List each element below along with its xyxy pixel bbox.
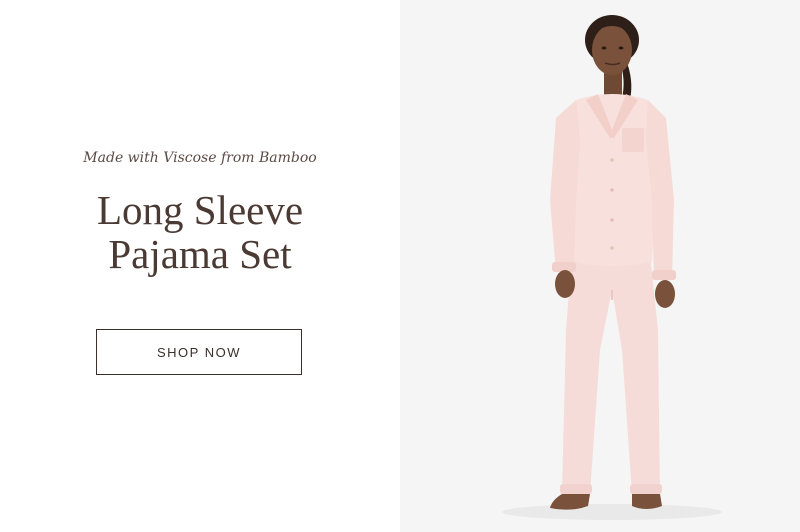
shop-now-button[interactable]: SHOP NOW <box>96 329 302 375</box>
product-title-line-1: Long Sleeve <box>96 187 304 233</box>
eyebrow-text: Made with Viscose from Bamboo <box>83 150 317 166</box>
promo-banner: Made with Viscose from Bamboo Long Sleev… <box>0 0 800 532</box>
hero-text-panel: Made with Viscose from Bamboo Long Sleev… <box>0 0 400 532</box>
product-title-line-2: Pajama Set <box>108 231 292 277</box>
model-illustration <box>502 15 722 520</box>
product-photo[interactable] <box>400 0 800 532</box>
product-title: Long Sleeve Pajama Set <box>0 188 400 276</box>
